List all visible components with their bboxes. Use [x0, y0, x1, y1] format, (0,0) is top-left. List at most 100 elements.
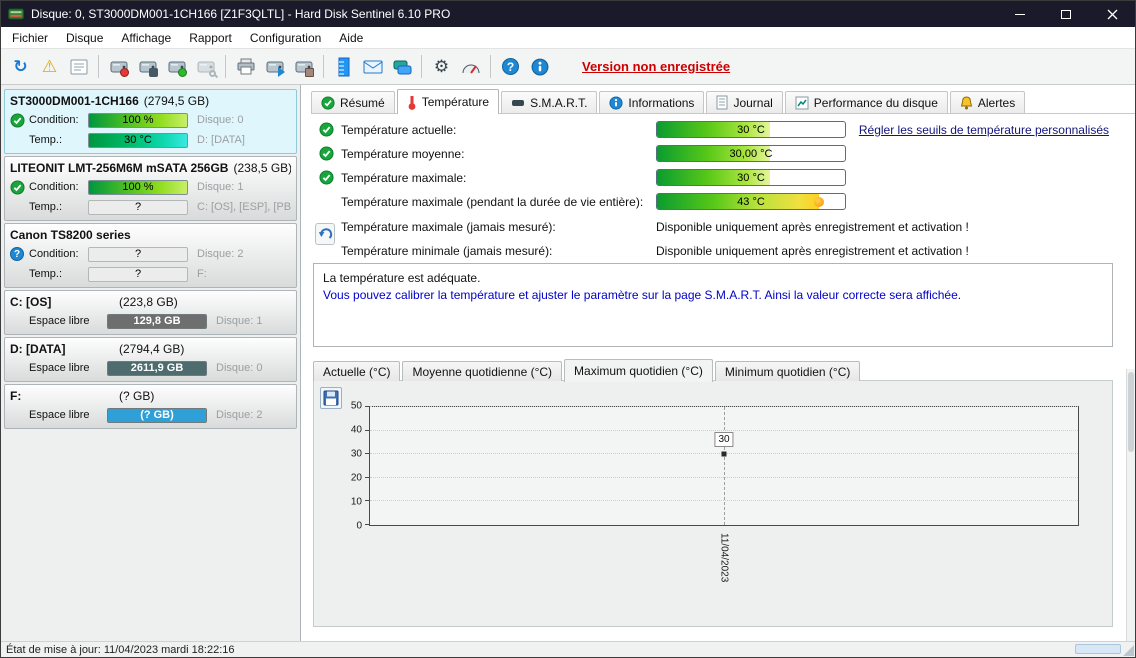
tab-performance[interactable]: Performance du disque — [785, 91, 948, 113]
y-tick-mark — [365, 524, 370, 525]
vertical-scrollbar[interactable] — [1126, 369, 1135, 641]
data-point — [722, 452, 727, 457]
partition-entry-d[interactable]: D: [DATA] (2794,4 GB) Espace libre 2611,… — [4, 337, 297, 382]
status-ok-icon — [10, 113, 25, 128]
menu-fichier[interactable]: Fichier — [3, 27, 57, 48]
reset-temperature-button[interactable] — [315, 223, 335, 245]
tab-resume[interactable]: Résumé — [311, 91, 395, 113]
stop-badge-icon — [149, 68, 158, 77]
partition-entry-c[interactable]: C: [OS] (223,8 GB) Espace libre 129,8 GB… — [4, 290, 297, 335]
tab-label: Résumé — [340, 96, 385, 110]
chart-tab-minimum[interactable]: Minimum quotidien (°C) — [715, 361, 861, 381]
chart-tab-actuelle[interactable]: Actuelle (°C) — [313, 361, 400, 381]
tab-journal[interactable]: Journal — [706, 91, 782, 113]
ok-badge-icon — [178, 68, 187, 77]
y-axis: 01020304050 — [328, 406, 366, 526]
scrollbar-thumb[interactable] — [1128, 372, 1134, 452]
chart-tab-maximum[interactable]: Maximum quotidien (°C) — [564, 359, 713, 382]
disk-name: Canon TS8200 series — [10, 228, 131, 242]
menu-rapport[interactable]: Rapport — [180, 27, 241, 48]
info-icon — [609, 96, 623, 110]
maximize-icon — [1061, 10, 1071, 19]
save-icon — [323, 390, 339, 406]
help-icon: ? — [502, 58, 519, 75]
partition-name: F: — [10, 389, 114, 403]
tab-temperature[interactable]: Température — [397, 89, 499, 114]
partition-name: D: [DATA] — [10, 342, 114, 356]
temperature-row: Température maximale: 30 °C — [301, 167, 1135, 189]
partition-entry-f[interactable]: F: (? GB) Espace libre (? GB) Disque: 2 — [4, 384, 297, 429]
menu-disque[interactable]: Disque — [57, 27, 112, 48]
temperature-row-label: Température maximale: — [341, 171, 466, 185]
close-button[interactable] — [1089, 1, 1135, 27]
disk-search-button[interactable] — [192, 53, 219, 80]
menu-affichage[interactable]: Affichage — [112, 27, 180, 48]
disk-entry-liteonit[interactable]: LITEONIT LMT-256M6M mSATA 256GB (238,5 G… — [4, 156, 297, 221]
disk-warning-button[interactable]: ⚠ — [36, 53, 63, 80]
minimize-button[interactable] — [997, 1, 1043, 27]
x-axis-dates: 11/04/2023 — [369, 527, 1079, 607]
sidebar: ST3000DM001-1CH166 (2794,5 GB) Condition… — [1, 85, 301, 641]
partition-name: C: [OS] — [10, 295, 114, 309]
free-space-value: 129,8 GB — [108, 315, 206, 328]
bell-icon — [960, 96, 973, 110]
condition-row: Condition: 100 % Disque: 0 — [10, 110, 291, 130]
gauge-button[interactable] — [457, 53, 484, 80]
disk-stop-button[interactable] — [134, 53, 161, 80]
refresh-icon: ↻ — [13, 58, 27, 75]
help-button[interactable]: ? — [497, 53, 524, 80]
note-line-1: La température est adéquate. — [323, 270, 1103, 287]
tab-alertes[interactable]: Alertes — [950, 91, 1025, 113]
y-tick-label: 0 — [356, 521, 362, 532]
info-button[interactable] — [526, 53, 553, 80]
disks-overview-button[interactable] — [388, 53, 415, 80]
minimize-icon — [1015, 14, 1025, 15]
tab-smart[interactable]: S.M.A.R.T. — [501, 91, 597, 113]
report-button[interactable] — [65, 53, 92, 80]
toolbar-separator — [225, 55, 226, 78]
free-space-row: Espace libre 129,8 GB Disque: 1 — [10, 311, 291, 331]
version-status-link[interactable]: Version non enregistrée — [582, 59, 730, 74]
settings-button[interactable]: ⚙ — [428, 53, 455, 80]
tab-informations[interactable]: Informations — [599, 91, 704, 113]
disk-warning-icon: ⚠ — [42, 58, 57, 75]
temperature-panel-button[interactable] — [330, 53, 357, 80]
menu-configuration[interactable]: Configuration — [241, 27, 330, 48]
disk-entry-canon[interactable]: Canon TS8200 series ? Condition: ? Disqu… — [4, 223, 297, 288]
thermometer-ruler-icon — [338, 57, 350, 77]
disk-number: Disque: 1 — [216, 315, 291, 327]
disk-test-button[interactable] — [105, 53, 132, 80]
chart-tab-label: Minimum quotidien (°C) — [725, 365, 851, 379]
temperature-row-label: Température maximale (pendant la durée d… — [341, 195, 643, 209]
chart-tab-moyenne[interactable]: Moyenne quotidienne (°C) — [402, 361, 562, 381]
chart-tab-label: Actuelle (°C) — [323, 365, 390, 379]
free-space-value: 2611,9 GB — [108, 362, 206, 375]
disk-entry-st3000[interactable]: ST3000DM001-1CH166 (2794,5 GB) Condition… — [4, 89, 297, 154]
disk-header: Canon TS8200 series — [10, 226, 291, 244]
status-ok-icon — [10, 180, 25, 195]
disk-archive-button[interactable] — [290, 53, 317, 80]
y-tick-label: 10 — [351, 497, 362, 508]
temperature-thresholds-link[interactable]: Régler les seuils de température personn… — [859, 123, 1109, 137]
horizontal-scrollbar[interactable] — [1075, 644, 1121, 654]
temp-row: Temp.: 30 °C D: [DATA] — [10, 130, 291, 150]
disk-export-button[interactable] — [261, 53, 288, 80]
free-space-label: Espace libre — [29, 315, 107, 327]
temperature-row-label: Température actuelle: — [341, 123, 456, 137]
disk-number: Disque: 0 — [197, 114, 291, 126]
refresh-button[interactable]: ↻ — [7, 53, 34, 80]
free-space-row: Espace libre 2611,9 GB Disque: 0 — [10, 358, 291, 378]
maximize-button[interactable] — [1043, 1, 1089, 27]
disk-ok-button[interactable] — [163, 53, 190, 80]
toolbar-separator — [490, 55, 491, 78]
temperature-row: Température minimale (jamais mesuré): Di… — [301, 240, 1135, 262]
plot-area: 30 — [369, 406, 1079, 526]
status-ok-icon — [319, 146, 334, 161]
lifetime-max-marker-icon — [814, 197, 824, 207]
y-tick-mark — [365, 430, 370, 431]
menu-aide[interactable]: Aide — [330, 27, 372, 48]
condition-bar: 100 % — [88, 113, 188, 128]
mail-button[interactable] — [359, 53, 386, 80]
print-button[interactable] — [232, 53, 259, 80]
resize-grip[interactable] — [1123, 645, 1134, 656]
